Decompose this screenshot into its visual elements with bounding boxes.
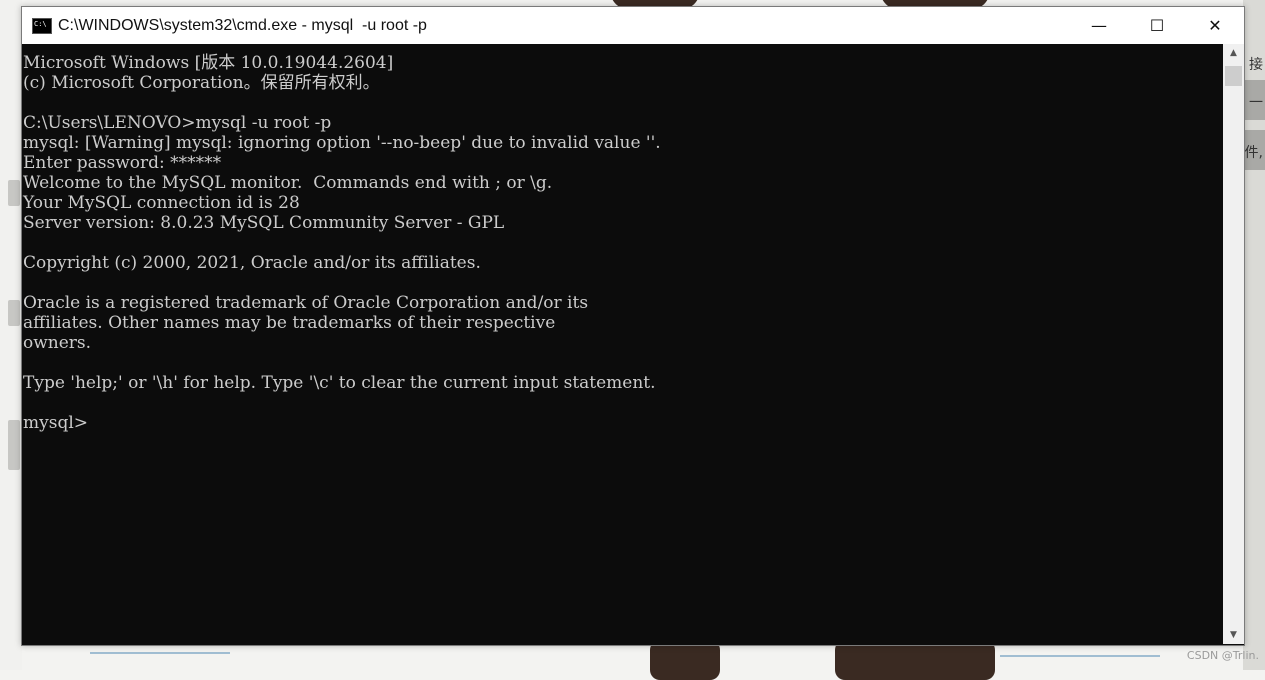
close-button[interactable]: ✕ bbox=[1186, 7, 1244, 44]
desktop-left-strip bbox=[0, 0, 22, 670]
desktop-wallpaper-figure bbox=[650, 640, 720, 680]
minimize-button[interactable]: — bbox=[1070, 7, 1128, 44]
scroll-down-arrow-icon[interactable]: ▼ bbox=[1223, 626, 1244, 644]
title-bar[interactable]: C:\WINDOWS\system32\cmd.exe - mysql -u r… bbox=[22, 7, 1244, 44]
console-text: Microsoft Windows [版本 10.0.19044.2604] (… bbox=[23, 53, 661, 433]
desktop-side-panel: 接 一 件, bbox=[1243, 0, 1265, 670]
desktop-side-text: 件, bbox=[1244, 145, 1263, 161]
desktop-fragment bbox=[8, 420, 20, 470]
maximize-button[interactable]: ☐ bbox=[1128, 7, 1186, 44]
scroll-up-arrow-icon[interactable]: ▲ bbox=[1223, 44, 1244, 62]
cmd-window: C:\WINDOWS\system32\cmd.exe - mysql -u r… bbox=[21, 6, 1245, 646]
desktop-wallpaper-figure bbox=[835, 640, 995, 680]
desktop-fragment bbox=[8, 180, 20, 206]
desktop-side-text: 接 bbox=[1249, 57, 1263, 73]
window-controls: — ☐ ✕ bbox=[1070, 7, 1244, 44]
window-title: C:\WINDOWS\system32\cmd.exe - mysql -u r… bbox=[58, 16, 427, 34]
desktop-decor-line bbox=[1000, 655, 1160, 657]
desktop-fragment bbox=[8, 300, 20, 326]
scroll-thumb[interactable] bbox=[1225, 66, 1242, 86]
desktop-side-text: 一 bbox=[1249, 95, 1263, 111]
console-output[interactable]: Microsoft Windows [版本 10.0.19044.2604] (… bbox=[22, 44, 1222, 644]
watermark: CSDN @Trlin. bbox=[1186, 649, 1259, 662]
desktop-decor-line bbox=[90, 652, 230, 654]
vertical-scrollbar[interactable]: ▲ ▼ bbox=[1223, 44, 1244, 644]
cmd-app-icon[interactable] bbox=[32, 17, 52, 34]
